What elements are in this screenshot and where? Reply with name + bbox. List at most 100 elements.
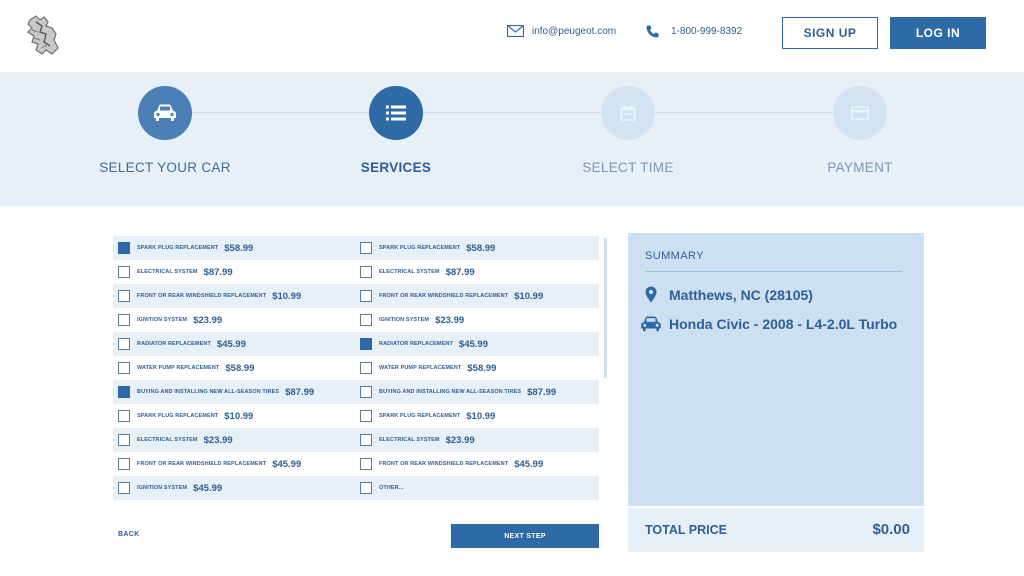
step-circle [601,86,655,140]
service-name: ELECTRICAL SYSTEM [379,269,440,275]
service-checkbox[interactable] [118,338,130,350]
service-option[interactable]: ELECTRICAL SYSTEM $87.99 [113,260,356,284]
service-option[interactable]: SPARK PLUG REPLACEMENT $10.99 [113,404,356,428]
service-price: $23.99 [203,434,233,446]
service-row: RADIATOR REPLACEMENT $45.99 RADIATOR REPLA… [113,332,599,356]
contact-email[interactable]: info@peugeot.com [507,25,616,37]
map-pin-icon [645,286,657,303]
site-header: info@peugeot.com 1-800-999-8392 SIGN UP … [0,0,1024,72]
service-option[interactable]: IGNITION SYSTEM $45.99 [113,476,356,500]
service-name: FRONT OR REAR WINDSHIELD REPLACEMENT [379,461,509,467]
service-name: WATER PUMP REPLACEMENT [137,365,220,371]
sign-up-button[interactable]: SIGN UP [782,17,878,49]
service-checkbox[interactable] [118,458,130,470]
service-checkbox[interactable] [360,314,372,326]
service-row: FRONT OR REAR WINDSHIELD REPLACEMENT $45.… [113,452,599,476]
service-name: FRONT OR REAR WINDSHIELD REPLACEMENT [137,461,267,467]
service-name: IGNITION SYSTEM [137,485,188,491]
service-option[interactable]: ELECTRICAL SYSTEM $23.99 [356,428,599,452]
service-checkbox[interactable] [118,362,130,374]
peugeot-lion-logo[interactable] [22,14,62,56]
service-name: ELECTRICAL SYSTEM [137,437,198,443]
service-checkbox[interactable] [360,458,372,470]
service-option[interactable]: IGNITION SYSTEM $23.99 [113,308,356,332]
contact-phone[interactable]: 1-800-999-8392 [646,25,742,38]
service-name: SPARK PLUG REPLACEMENT [379,413,461,419]
car-icon [154,104,176,121]
service-option[interactable]: OTHER... [356,476,599,500]
service-price: $45.99 [458,338,488,350]
service-option[interactable]: SPARK PLUG REPLACEMENT $10.99 [356,404,599,428]
calendar-icon [620,105,636,121]
service-checkbox[interactable] [118,314,130,326]
services-list: SPARK PLUG REPLACEMENT $58.99 SPARK PLUG R… [113,236,599,500]
service-name: ELECTRICAL SYSTEM [137,269,198,275]
service-option[interactable]: WATER PUMP REPLACEMENT $58.99 [113,356,356,380]
service-option[interactable]: ELECTRICAL SYSTEM $23.99 [113,428,356,452]
service-checkbox[interactable] [360,338,372,350]
service-checkbox[interactable] [360,434,372,446]
service-name: SPARK PLUG REPLACEMENT [137,245,219,251]
back-link[interactable]: BACK [118,531,139,538]
location-text: Matthews, NC (28105) [669,286,813,303]
service-option[interactable]: FRONT OR REAR WINDSHIELD REPLACEMENT $10.… [356,284,599,308]
service-option[interactable]: ELECTRICAL SYSTEM $87.99 [356,260,599,284]
service-option[interactable]: BUYING AND INSTALLING NEW ALL-SEASON TIR… [356,380,599,404]
service-name: IGNITION SYSTEM [137,317,188,323]
service-checkbox[interactable] [360,410,372,422]
service-row: IGNITION SYSTEM $45.99 OTHER... [113,476,599,500]
service-name: WATER PUMP REPLACEMENT [379,365,462,371]
service-checkbox[interactable] [360,362,372,374]
service-option[interactable]: RADIATOR REPLACEMENT $45.99 [356,332,599,356]
service-checkbox[interactable] [360,242,372,254]
log-in-button[interactable]: LOG IN [890,17,986,49]
next-step-button[interactable]: NEXT STEP [451,524,599,548]
email-text: info@peugeot.com [532,25,617,37]
service-option[interactable]: BUYING AND INSTALLING NEW ALL-SEASON TIR… [113,380,356,404]
step-label: SELECT TIME [582,160,674,175]
service-checkbox[interactable] [360,290,372,302]
service-option[interactable]: WATER PUMP REPLACEMENT $58.99 [356,356,599,380]
service-checkbox[interactable] [118,482,130,494]
step-circle [833,86,887,140]
service-checkbox[interactable] [118,266,130,278]
service-price: $10.99 [514,290,544,302]
service-option[interactable]: SPARK PLUG REPLACEMENT $58.99 [113,236,356,260]
summary-panel: SUMMARY Matthews, NC (28105) Honda Civic… [628,233,924,506]
service-checkbox[interactable] [118,410,130,422]
service-price: $45.99 [193,482,223,494]
step-select-your-car[interactable]: SELECT YOUR CAR [85,86,245,175]
service-checkbox[interactable] [360,266,372,278]
steps-connector-line [165,112,886,113]
service-option[interactable]: IGNITION SYSTEM $23.99 [356,308,599,332]
service-row: ELECTRICAL SYSTEM $23.99 ELECTRICAL SYSTEM… [113,428,599,452]
summary-title: SUMMARY [645,250,704,262]
step-label: SERVICES [360,160,432,175]
step-label: SELECT YOUR CAR [99,160,231,175]
service-checkbox[interactable] [118,290,130,302]
service-option[interactable]: SPARK PLUG REPLACEMENT $58.99 [356,236,599,260]
service-name: BUYING AND INSTALLING NEW ALL-SEASON TIR… [137,389,280,395]
service-checkbox[interactable] [118,434,130,446]
step-select-time[interactable]: SELECT TIME [548,86,708,175]
service-option[interactable]: RADIATOR REPLACEMENT $45.99 [113,332,356,356]
service-price: $58.99 [466,242,496,254]
services-scrollbar[interactable] [604,238,607,378]
service-row: BUYING AND INSTALLING NEW ALL-SEASON TIR… [113,380,599,404]
service-price: $45.99 [216,338,246,350]
service-name: SPARK PLUG REPLACEMENT [137,413,219,419]
service-row: ELECTRICAL SYSTEM $87.99 ELECTRICAL SYSTEM… [113,260,599,284]
service-price: $23.99 [193,314,223,326]
service-name: OTHER... [379,485,404,491]
step-services[interactable]: SERVICES [316,86,476,175]
summary-location: Matthews, NC (28105) [640,286,813,303]
service-option[interactable]: FRONT OR REAR WINDSHIELD REPLACEMENT $10.… [113,284,356,308]
service-option[interactable]: FRONT OR REAR WINDSHIELD REPLACEMENT $45.… [113,452,356,476]
service-name: RADIATOR REPLACEMENT [137,341,211,347]
step-payment[interactable]: PAYMENT [780,86,940,175]
service-option[interactable]: FRONT OR REAR WINDSHIELD REPLACEMENT $45.… [356,452,599,476]
service-checkbox[interactable] [360,482,372,494]
service-checkbox[interactable] [360,386,372,398]
service-checkbox[interactable] [118,242,130,254]
service-checkbox[interactable] [118,386,130,398]
